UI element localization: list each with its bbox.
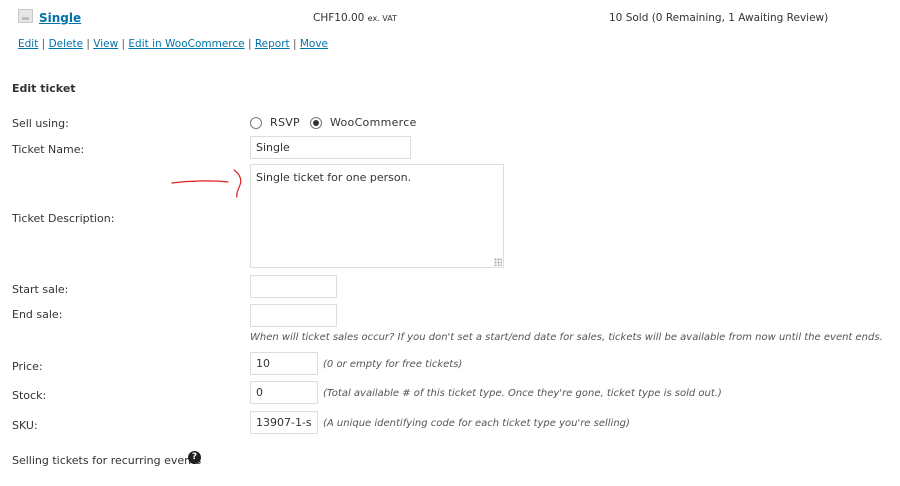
- separator: |: [38, 38, 49, 50]
- recurring-events-label: Selling tickets for recurring events: [12, 454, 202, 467]
- stock-input[interactable]: [250, 381, 318, 404]
- ticket-price-suffix: ex. VAT: [367, 14, 397, 23]
- ticket-sold-status: 10 Sold (0 Remaining, 1 Awaiting Review): [609, 12, 829, 24]
- edit-in-woocommerce-link[interactable]: Edit in WooCommerce: [128, 38, 244, 50]
- ticket-name-link[interactable]: Single: [39, 11, 81, 25]
- ticket-description-textarea[interactable]: Single ticket for one person.: [250, 164, 504, 268]
- separator: |: [289, 38, 300, 50]
- move-link[interactable]: Move: [300, 38, 328, 50]
- sell-using-options: RSVP WooCommerce: [250, 116, 427, 129]
- ticket-price: CHF10.00 ex. VAT: [313, 12, 397, 24]
- edit-ticket-heading: Edit ticket: [12, 82, 76, 95]
- woocommerce-radio-label[interactable]: WooCommerce: [330, 116, 417, 129]
- ticket-name-input[interactable]: [250, 136, 411, 159]
- end-sale-input[interactable]: [250, 304, 337, 327]
- price-input[interactable]: [250, 352, 318, 375]
- price-label: Price:: [12, 360, 43, 373]
- ticket-description-wrapper: Single ticket for one person.: [250, 164, 504, 268]
- help-icon[interactable]: ?: [188, 451, 201, 464]
- sku-input[interactable]: [250, 411, 318, 434]
- start-sale-label: Start sale:: [12, 283, 69, 296]
- separator: |: [244, 38, 255, 50]
- view-link[interactable]: View: [93, 38, 118, 50]
- ticket-name-label: Ticket Name:: [12, 143, 85, 156]
- woocommerce-radio[interactable]: [309, 116, 322, 129]
- rsvp-radio[interactable]: [250, 116, 262, 129]
- separator: |: [118, 38, 129, 50]
- stock-hint: (Total available # of this ticket type. …: [323, 388, 722, 399]
- ticket-description-label: Ticket Description:: [12, 212, 115, 225]
- sale-dates-hint: When will ticket sales occur? If you don…: [250, 332, 883, 343]
- rsvp-radio-label[interactable]: RSVP: [270, 116, 300, 129]
- price-hint: (0 or empty for free tickets): [323, 359, 463, 370]
- annotation-arrow-icon: [171, 169, 242, 198]
- ticket-thumbnail-icon: [18, 9, 33, 23]
- separator: |: [83, 38, 94, 50]
- sku-hint: (A unique identifying code for each tick…: [323, 418, 630, 429]
- resize-grip-icon[interactable]: [494, 258, 502, 266]
- ticket-price-amount: CHF10.00: [313, 12, 365, 24]
- end-sale-label: End sale:: [12, 308, 63, 321]
- report-link[interactable]: Report: [255, 38, 290, 50]
- start-sale-input[interactable]: [250, 275, 337, 298]
- stock-label: Stock:: [12, 389, 47, 402]
- ticket-actions: Edit | Delete | View | Edit in WooCommer…: [18, 38, 328, 50]
- sku-label: SKU:: [12, 419, 38, 432]
- sell-using-label: Sell using:: [12, 117, 69, 130]
- delete-link[interactable]: Delete: [49, 38, 84, 50]
- edit-link[interactable]: Edit: [18, 38, 38, 50]
